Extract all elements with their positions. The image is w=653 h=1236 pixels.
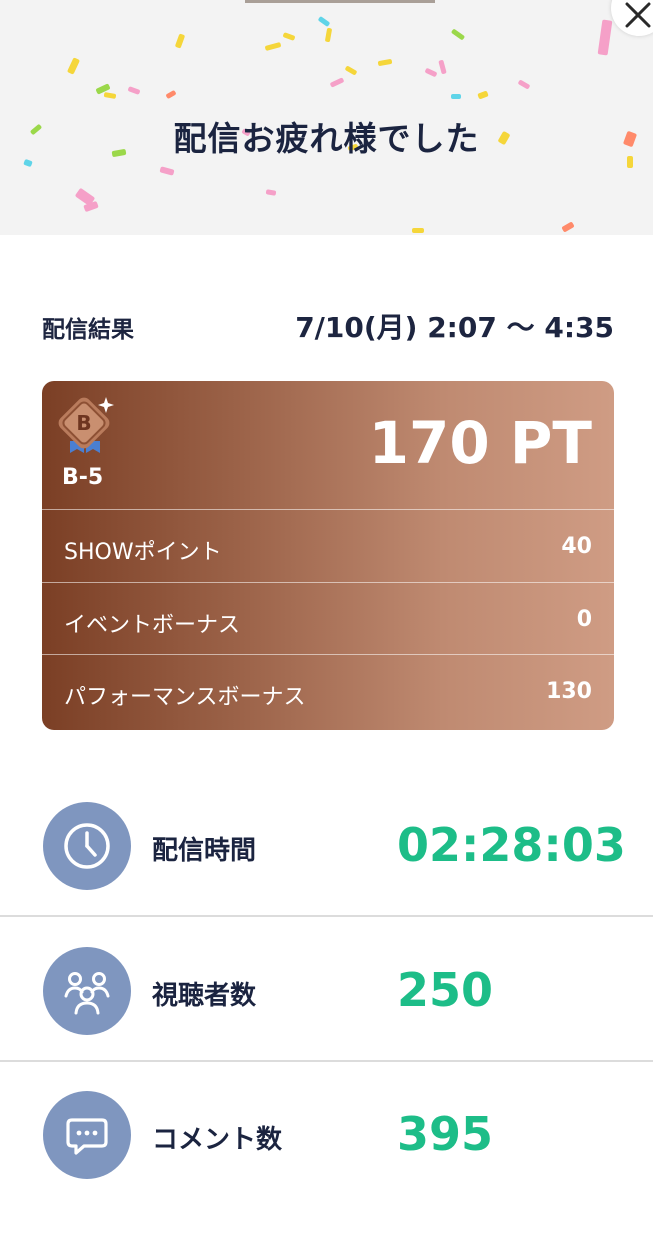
close-icon (625, 2, 651, 28)
result-header: 配信結果 7/10(月) 2:07 〜 4:35 (42, 306, 614, 346)
svg-text:B: B (76, 411, 91, 435)
points-row-value: 130 (546, 679, 592, 704)
rank-label: B-5 (62, 465, 104, 490)
stat-comments: コメント数 395 (0, 1091, 653, 1236)
stat-value: 02:28:03 (397, 818, 626, 872)
stat-label: コメント数 (152, 1125, 283, 1155)
points-row-performance-bonus: パフォーマンスボーナス 130 (42, 654, 614, 727)
stat-broadcast-time: 配信時間 02:28:03 (0, 802, 653, 947)
points-card: B B-5 170 PT SHOWポイント 40 イベントボーナス 0 パフォー… (42, 381, 614, 730)
total-points: 170 PT (368, 409, 592, 477)
stat-value: 250 (397, 963, 494, 1017)
points-row-label: SHOWポイント (64, 540, 222, 565)
viewers-icon (43, 947, 131, 1035)
stat-label: 配信時間 (152, 836, 257, 866)
points-row-value: 40 (561, 534, 592, 559)
divider (0, 1060, 653, 1062)
broadcast-time-range: 7/10(月) 2:07 〜 4:35 (295, 311, 614, 344)
page-title: 配信お疲れ様でした (173, 119, 480, 158)
clock-icon (43, 802, 131, 890)
comment-icon (43, 1091, 131, 1179)
rank-badge-icon: B (54, 397, 114, 459)
divider (0, 915, 653, 917)
result-label: 配信結果 (42, 317, 134, 343)
points-row-value: 0 (576, 607, 592, 632)
points-row-show: SHOWポイント 40 (42, 509, 614, 582)
stat-value: 395 (397, 1107, 494, 1161)
stat-viewers: 視聴者数 250 (0, 947, 653, 1092)
top-image-edge (245, 0, 435, 3)
points-row-label: イベントボーナス (64, 613, 241, 638)
points-row-label: パフォーマンスボーナス (64, 685, 306, 710)
header-banner: 配信お疲れ様でした (0, 0, 653, 235)
stat-label: 視聴者数 (152, 981, 257, 1011)
points-row-event-bonus: イベントボーナス 0 (42, 582, 614, 655)
